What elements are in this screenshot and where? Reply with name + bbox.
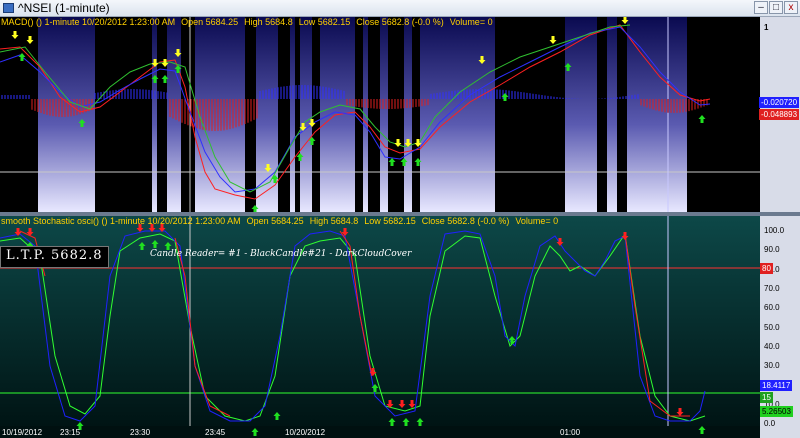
macd-header: MACD() () 1-minute 10/20/2012 1:23:00 AM… [0, 17, 499, 27]
macd-header-low: Low 5682.15 [298, 17, 351, 27]
candle-reader-pattern: Candle Reader= #1 - BlackCandle#21 - Dar… [150, 249, 412, 259]
stochastic-header-high: High 5684.8 [309, 216, 359, 226]
y-axis-tick-label: 0.0 [764, 419, 776, 428]
macd-signal-badge: -0.048893 [759, 109, 800, 120]
stochastic-d-badge: 5.26503 [760, 406, 793, 417]
stochastic-header-name: smooth Stochastic osci() () 1-minute 10/… [1, 216, 241, 226]
chart-app-icon [3, 3, 14, 13]
macd-header-volume: Volume= 0 [449, 17, 493, 27]
last-traded-price: L.T.P. 5682.8 [0, 246, 109, 268]
macd-value-badge: -0.020720 [759, 97, 800, 108]
y-axis-tick-label: 90.0 [764, 245, 780, 255]
stochastic-header-open: Open 5684.25 [246, 216, 304, 226]
time-axis-area [0, 426, 760, 438]
x-axis-tick-label: 23:30 [130, 428, 151, 437]
stochastic-pane[interactable]: smooth Stochastic osci() () 1-minute 10/… [0, 216, 800, 438]
y-axis-tick-label: 60.0 [764, 303, 780, 313]
y-axis-tick-label: 100.0 [764, 226, 785, 235]
y-axis-tick-label: 30.0 [764, 361, 780, 371]
macd-axis-top-label: 1 [764, 23, 769, 32]
stochastic-k-badge: 18.4117 [760, 380, 793, 391]
macd-header-open: Open 5684.25 [181, 17, 239, 27]
y-axis-tick-label: 70.0 [764, 283, 780, 293]
x-axis-tick-label: 01:00 [560, 428, 581, 437]
macd-header-close: Close 5682.8 (-0.0 %) [356, 17, 444, 27]
y-axis-tick-label: 50.0 [764, 322, 780, 332]
chart-window: ^NSEI (1-minute) – □ x MACD() () 1-minut… [0, 0, 800, 438]
x-axis-tick-label: 10/20/2012 [285, 428, 326, 437]
y-axis-tick-label: 40.0 [764, 341, 780, 351]
close-button[interactable]: x [784, 1, 798, 14]
maximize-button[interactable]: □ [769, 1, 783, 14]
macd-pane[interactable]: MACD() () 1-minute 10/20/2012 1:23:00 AM… [0, 17, 800, 212]
stochastic-header: smooth Stochastic osci() () 1-minute 10/… [0, 216, 564, 226]
x-axis-tick-label: 23:45 [205, 428, 226, 437]
x-axis-tick-label: 23:15 [60, 428, 81, 437]
macd-plot [0, 17, 800, 212]
macd-header-high: High 5684.8 [244, 17, 293, 27]
x-axis-tick-label: 10/19/2012 [2, 428, 43, 437]
title-bar[interactable]: ^NSEI (1-minute) – □ x [0, 0, 800, 17]
oversold-badge: 15 [760, 392, 773, 403]
minimize-button[interactable]: – [754, 1, 768, 14]
stochastic-background [0, 216, 760, 426]
stochastic-header-volume: Volume= 0 [515, 216, 559, 226]
macd-header-name: MACD() () 1-minute 10/20/2012 1:23:00 AM [1, 17, 176, 27]
overbought-badge: 80 [760, 263, 773, 274]
window-title: ^NSEI (1-minute) [18, 1, 110, 15]
stochastic-header-close: Close 5682.8 (-0.0 %) [421, 216, 510, 226]
stochastic-header-low: Low 5682.15 [364, 216, 416, 226]
